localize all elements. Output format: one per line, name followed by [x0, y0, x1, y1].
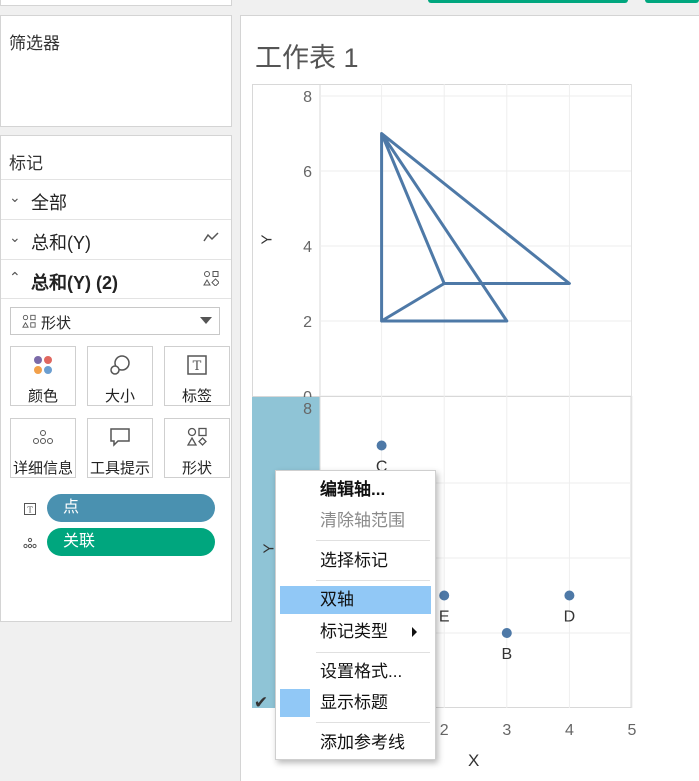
y-tick-label: 4	[303, 239, 312, 256]
marks-row-sum-y[interactable]: ⌄ 总和(Y)	[1, 219, 231, 259]
svg-text:T: T	[193, 359, 202, 374]
label-icon: T	[165, 353, 229, 377]
menu-separator	[316, 540, 430, 541]
top-chart: 86420	[252, 84, 632, 397]
menu-separator	[316, 722, 430, 723]
data-label: B	[501, 646, 512, 663]
color-card[interactable]: 颜色	[10, 346, 76, 406]
marks-card: 标记 ⌄ 全部 ⌄ 总和(Y) ⌃ 总和(Y) (2) 形状 颜色 大小 T 标…	[0, 135, 232, 622]
card-label: 标签	[181, 388, 212, 405]
y-tick-label: 6	[303, 164, 312, 181]
data-point	[501, 628, 512, 638]
menu-mark-type-label: 标记类型	[320, 622, 388, 641]
card-label: 形状	[181, 460, 212, 477]
y-tick-label: 2	[303, 314, 312, 331]
card-label: 详细信息	[12, 460, 73, 477]
mark-type-value: 形状	[41, 315, 72, 332]
filters-card: 筛选器	[0, 15, 232, 127]
marks-row-label: 全部	[31, 193, 67, 213]
menu-dual-axis[interactable]: 双轴	[280, 586, 431, 614]
marks-row-all[interactable]: ⌄ 全部	[1, 179, 231, 219]
menu-add-reference-line[interactable]: 添加参考线	[280, 729, 431, 757]
series-line	[380, 132, 571, 323]
dropdown-arrow-icon[interactable]	[200, 317, 212, 324]
card-label: 颜色	[27, 388, 58, 405]
label-card[interactable]: T 标签	[164, 346, 230, 406]
worksheet-title: 工作表 1	[255, 43, 359, 73]
data-point	[564, 590, 575, 601]
check-icon: ✔	[253, 693, 269, 712]
y-tick-label: 8	[303, 89, 312, 106]
tooltip-icon	[88, 425, 152, 449]
svg-text:T: T	[27, 506, 33, 515]
axis-context-menu: 编辑轴... 清除轴范围 选择标记 双轴 标记类型 设置格式... ✔ 显示标题…	[254, 470, 436, 760]
menu-mark-type[interactable]: 标记类型	[280, 618, 431, 646]
mark-type-dropdown[interactable]: 形状	[10, 307, 220, 335]
filters-title: 筛选器	[9, 34, 60, 53]
card-label: 大小	[104, 388, 135, 405]
submenu-arrow-icon	[412, 627, 417, 637]
size-icon	[88, 353, 152, 377]
size-card[interactable]: 大小	[87, 346, 153, 406]
shapes-icon	[165, 425, 229, 449]
card-label: 工具提示	[89, 460, 150, 477]
marks-row-sum-y-2[interactable]: ⌃ 总和(Y) (2)	[1, 259, 231, 299]
color-icon	[11, 353, 75, 377]
pill-point[interactable]: 点	[47, 494, 215, 522]
chevron-down-icon: ⌄	[9, 189, 21, 205]
x-tick-label: 4	[565, 722, 574, 739]
menu-format[interactable]: 设置格式...	[280, 658, 431, 686]
marks-title: 标记	[9, 154, 43, 173]
x-tick-label: 3	[502, 722, 511, 739]
menu-show-header-label: 显示标题	[320, 693, 388, 712]
data-point	[439, 590, 450, 601]
toolbar-pill[interactable]	[428, 0, 628, 3]
menu-clear-axis-range[interactable]: 清除轴范围	[280, 507, 431, 535]
x-tick-label: 2	[440, 722, 449, 739]
label-shelf-icon: T	[24, 502, 36, 520]
pill-relation[interactable]: 关联	[47, 528, 215, 556]
shape-card[interactable]: 形状	[164, 418, 230, 478]
data-label: D	[564, 609, 576, 626]
y-tick-label: 8	[303, 401, 312, 418]
menu-show-header[interactable]: ✔ 显示标题	[254, 689, 431, 717]
chevron-up-icon: ⌃	[9, 269, 21, 285]
marks-row-label: 总和(Y)	[31, 233, 91, 253]
toolbar-pill-2[interactable]	[645, 0, 699, 3]
marks-row-label: 总和(Y) (2)	[31, 273, 118, 293]
tab-strip-left	[0, 0, 232, 6]
data-label: E	[439, 609, 450, 626]
top-strip	[0, 0, 699, 6]
shapes-icon	[22, 314, 36, 333]
data-point	[376, 440, 387, 451]
tooltip-card[interactable]: 工具提示	[87, 418, 153, 478]
detail-card[interactable]: 详细信息	[10, 418, 76, 478]
x-axis-label[interactable]: X	[468, 751, 479, 771]
chevron-down-icon: ⌄	[9, 229, 21, 245]
x-tick-label: 5	[628, 722, 637, 739]
line-mark-icon	[203, 230, 219, 246]
menu-edit-axis[interactable]: 编辑轴...	[280, 476, 431, 504]
menu-select-marks[interactable]: 选择标记	[280, 547, 431, 575]
detail-icon	[11, 425, 75, 449]
detail-shelf-icon	[23, 536, 37, 554]
menu-separator	[316, 580, 430, 581]
menu-separator	[316, 652, 430, 653]
shapes-icon	[203, 270, 220, 289]
